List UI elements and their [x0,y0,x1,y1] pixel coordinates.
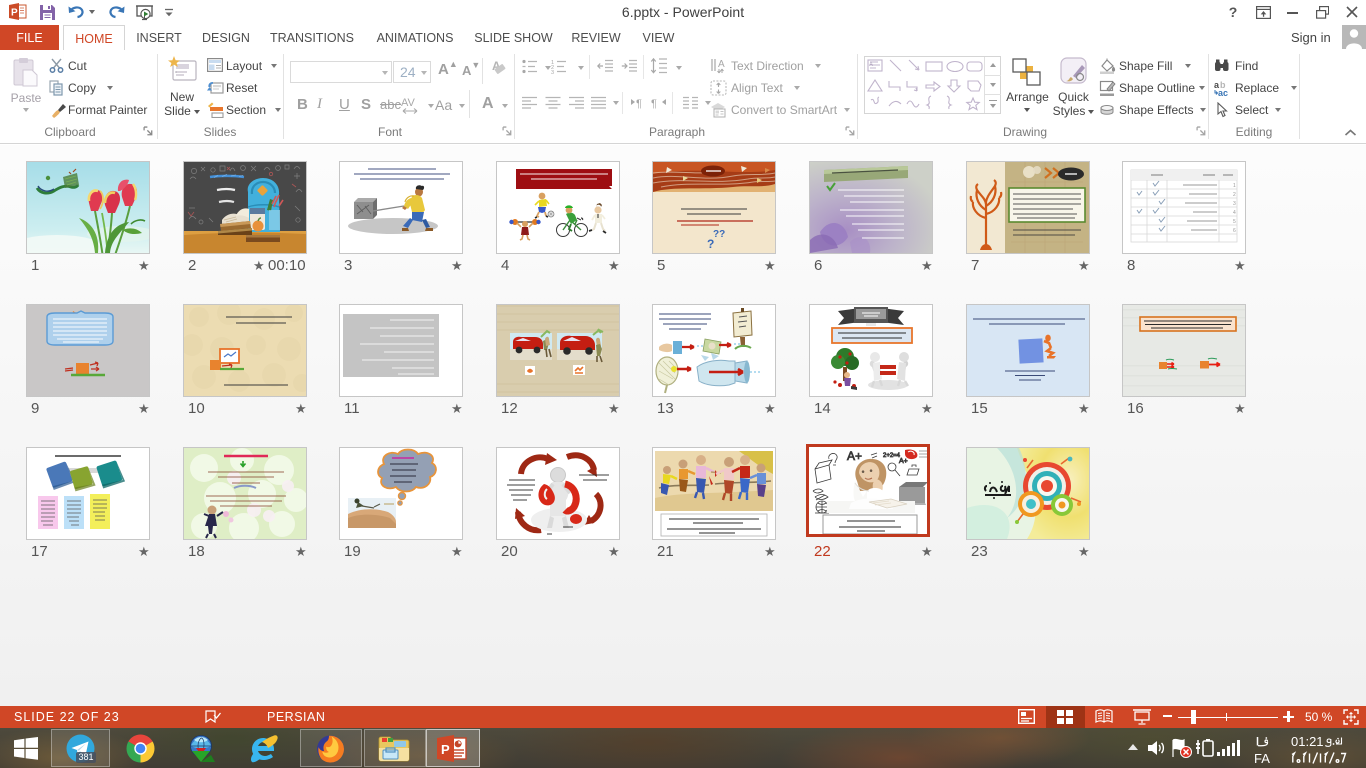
svg-text:4: 4 [1233,210,1236,216]
svg-text:A: A [718,59,725,70]
svg-text:3: 3 [551,70,554,74]
svg-text:A+: A+ [899,458,908,465]
svg-text:?: ? [707,237,714,251]
svg-text:AV: AV [401,97,416,109]
svg-text:1: 1 [1233,183,1236,189]
svg-text:5: 5 [1233,219,1236,225]
svg-text:??: ?? [713,229,725,240]
svg-text:¶: ¶ [651,98,657,109]
svg-text:3: 3 [1233,201,1236,207]
svg-text:6: 6 [1233,228,1236,234]
svg-text:P: P [11,8,18,19]
svg-text:ac: ac [1218,88,1228,97]
svg-text:P: P [441,742,450,757]
svg-text:¶: ¶ [636,98,642,109]
svg-text:A: A [869,62,873,68]
svg-text:2: 2 [1233,192,1236,198]
svg-text:A+: A+ [847,449,862,463]
